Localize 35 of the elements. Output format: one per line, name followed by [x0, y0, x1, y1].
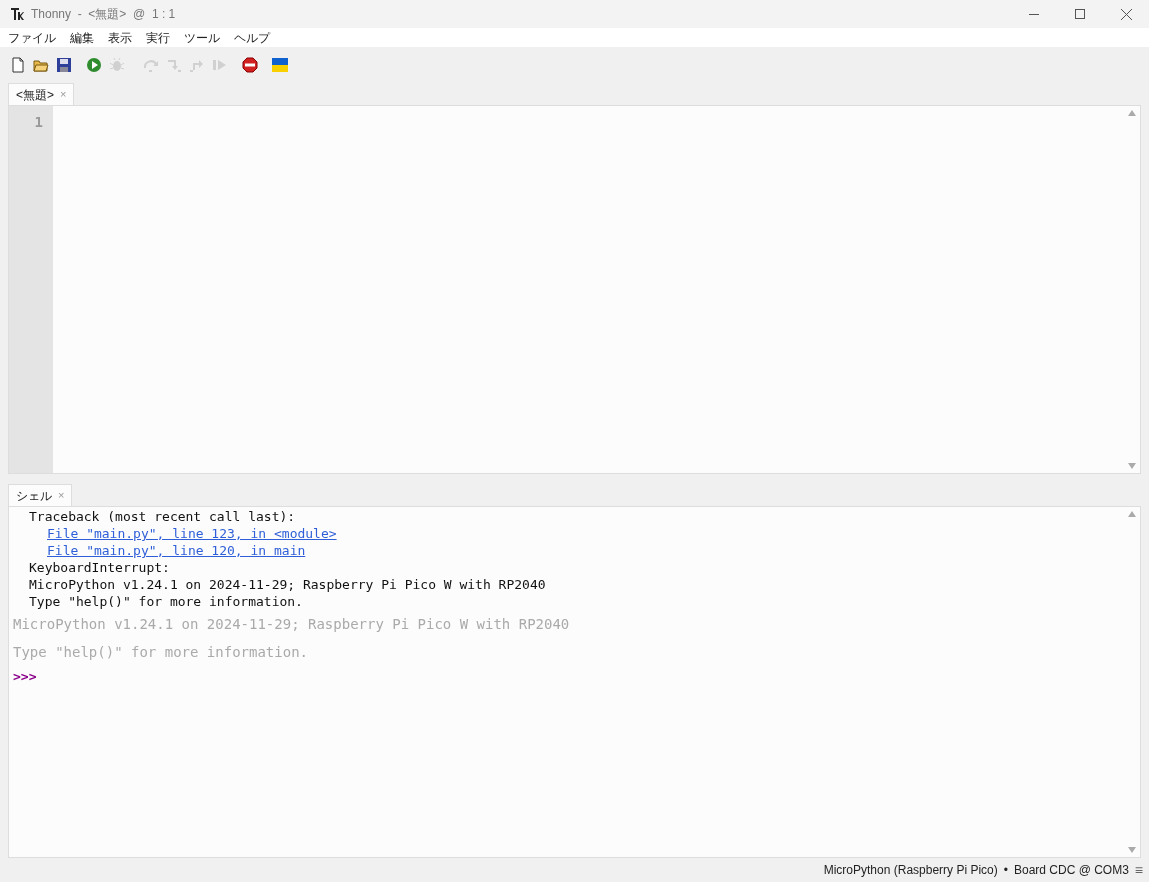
interpreter-selector[interactable]: MicroPython (Raspberry Pi Pico) [823, 861, 998, 879]
flag-icon[interactable] [272, 56, 288, 73]
tab-label: <無題> [16, 86, 54, 104]
shell-prompt: >>> [13, 669, 37, 684]
menu-icon[interactable]: ≡ [1134, 859, 1143, 881]
play-icon[interactable] [86, 56, 102, 73]
stop-sign-icon[interactable] [242, 56, 258, 73]
shell-output: Type "help()" for more information. [29, 594, 303, 609]
separator-dot: • [1003, 862, 1008, 879]
new-file-icon[interactable] [10, 56, 26, 73]
close-icon [1120, 8, 1132, 20]
scroll-down-icon[interactable] [1128, 847, 1136, 853]
menu-item[interactable]: 表示 [108, 28, 132, 47]
shell-output: KeyboardInterrupt: [29, 560, 170, 575]
scroll-up-icon[interactable] [1128, 511, 1136, 517]
tab[interactable]: <無題> × [8, 83, 75, 105]
scroll-down-icon[interactable] [1128, 463, 1136, 469]
tab[interactable]: シェル × [8, 484, 73, 506]
menu-item[interactable]: 実行 [146, 28, 170, 47]
menu-item[interactable]: ヘルプ [234, 28, 270, 47]
line-number: 1 [34, 113, 43, 132]
app-logo-icon [10, 7, 24, 21]
tab-label: シェル [16, 487, 52, 505]
shell-output: Traceback (most recent call last): [29, 509, 296, 524]
menu-item[interactable]: ファイル [8, 28, 56, 47]
menu-item[interactable]: ツール [184, 28, 220, 47]
port-label[interactable]: Board CDC @ COM3 [1013, 861, 1129, 879]
window-title: Thonny - <無題> @ 1 : 1 [31, 6, 176, 23]
scroll-up-icon[interactable] [1128, 110, 1136, 116]
menu-item[interactable]: 編集 [70, 28, 94, 47]
shell-output: Type "help()" for more information. [13, 644, 308, 660]
shell-output: MicroPython v1.24.1 on 2024-11-29; Raspberry Pi Pico W with RP2040 [29, 577, 546, 592]
shell-output: MicroPython v1.24.1 on 2024-11-29; Raspberry Pi Pico W with RP2040 [13, 616, 570, 632]
traceback-link[interactable]: File "main.py", line 123, in <module> [47, 526, 337, 541]
traceback-link[interactable]: File "main.py", line 120, in main [47, 543, 306, 558]
